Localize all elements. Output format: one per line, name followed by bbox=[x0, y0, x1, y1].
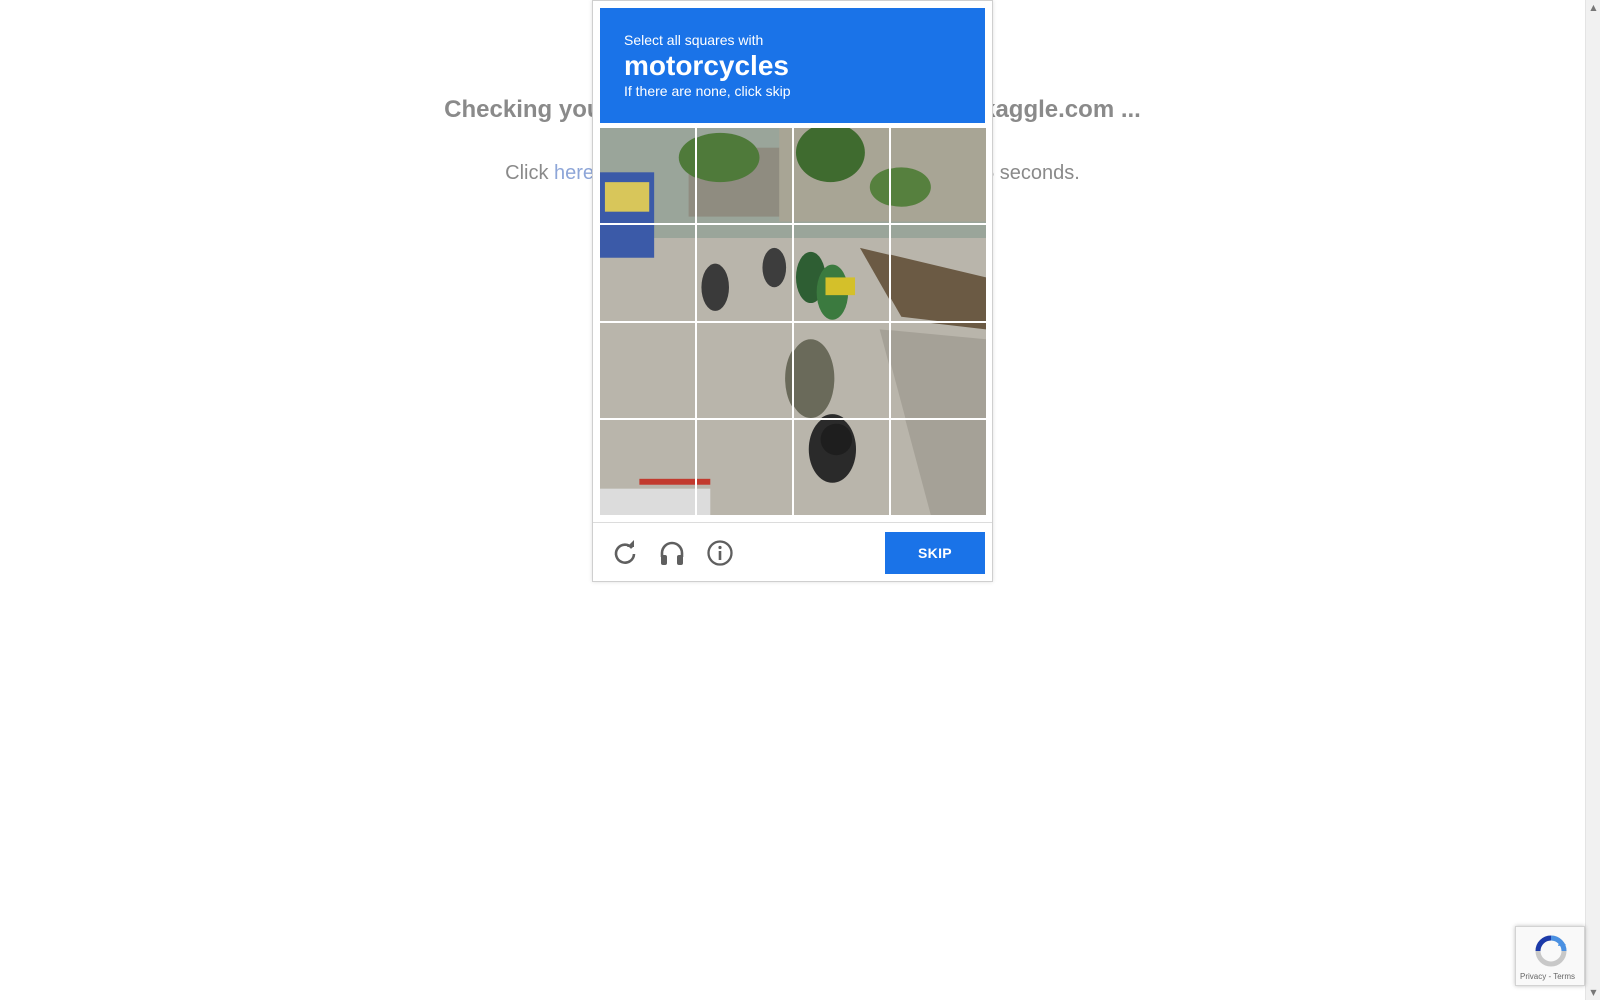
tile-image bbox=[697, 225, 792, 321]
tile-image bbox=[697, 322, 792, 418]
challenge-header: Select all squares with motorcycles If t… bbox=[600, 8, 985, 123]
image-tile[interactable] bbox=[600, 322, 695, 418]
tile-image bbox=[891, 128, 986, 224]
image-tile[interactable] bbox=[794, 128, 889, 224]
image-tile[interactable] bbox=[600, 225, 695, 321]
redirect-link[interactable]: here bbox=[554, 162, 594, 184]
scrollbar-thumb[interactable] bbox=[1588, 16, 1597, 976]
tile-image bbox=[891, 225, 986, 321]
image-tile[interactable] bbox=[794, 419, 889, 515]
audio-headphones-icon[interactable] bbox=[658, 539, 686, 567]
captcha-challenge-dialog: Select all squares with motorcycles If t… bbox=[592, 0, 993, 582]
scroll-down-arrow-icon[interactable]: ▼ bbox=[1586, 985, 1600, 1000]
image-tile[interactable] bbox=[891, 419, 986, 515]
tile-image bbox=[794, 128, 889, 224]
image-tile[interactable] bbox=[697, 322, 792, 418]
target-object-keyword: motorcycles bbox=[624, 50, 789, 81]
image-tile[interactable] bbox=[697, 419, 792, 515]
scroll-up-arrow-icon[interactable]: ▲ bbox=[1586, 0, 1600, 15]
tile-image bbox=[600, 419, 695, 515]
tile-image bbox=[600, 225, 695, 321]
instruction-text: Select all squares with bbox=[624, 32, 764, 48]
image-tile-grid bbox=[600, 128, 986, 515]
image-tile[interactable] bbox=[600, 419, 695, 515]
tile-image bbox=[794, 419, 889, 515]
skip-button[interactable]: SKIP bbox=[885, 532, 985, 574]
tile-image bbox=[794, 322, 889, 418]
image-tile[interactable] bbox=[891, 322, 986, 418]
tile-image bbox=[600, 322, 695, 418]
image-tile[interactable] bbox=[600, 128, 695, 224]
terms-link[interactable]: Terms bbox=[1553, 972, 1575, 981]
vertical-scrollbar[interactable]: ▲ ▼ bbox=[1585, 0, 1600, 1000]
tile-image bbox=[697, 419, 792, 515]
image-tile[interactable] bbox=[891, 225, 986, 321]
image-tile[interactable] bbox=[697, 128, 792, 224]
challenge-footer: SKIP bbox=[593, 522, 992, 581]
tile-image bbox=[891, 419, 986, 515]
image-tile[interactable] bbox=[794, 322, 889, 418]
image-tile[interactable] bbox=[794, 225, 889, 321]
skip-instruction-text: If there are none, click skip bbox=[624, 83, 791, 99]
recaptcha-logo-icon bbox=[1535, 935, 1567, 967]
image-tile[interactable] bbox=[697, 225, 792, 321]
redirect-prefix: Click bbox=[505, 162, 555, 184]
badge-links: Privacy - Terms bbox=[1520, 972, 1575, 981]
tile-image bbox=[600, 128, 695, 224]
tile-image bbox=[697, 128, 792, 224]
image-tile[interactable] bbox=[891, 128, 986, 224]
tile-image bbox=[794, 225, 889, 321]
tile-image bbox=[891, 322, 986, 418]
reload-icon[interactable] bbox=[611, 539, 639, 567]
recaptcha-badge[interactable]: Privacy - Terms bbox=[1515, 926, 1585, 986]
info-icon[interactable] bbox=[706, 539, 734, 567]
privacy-link[interactable]: Privacy bbox=[1520, 972, 1546, 981]
